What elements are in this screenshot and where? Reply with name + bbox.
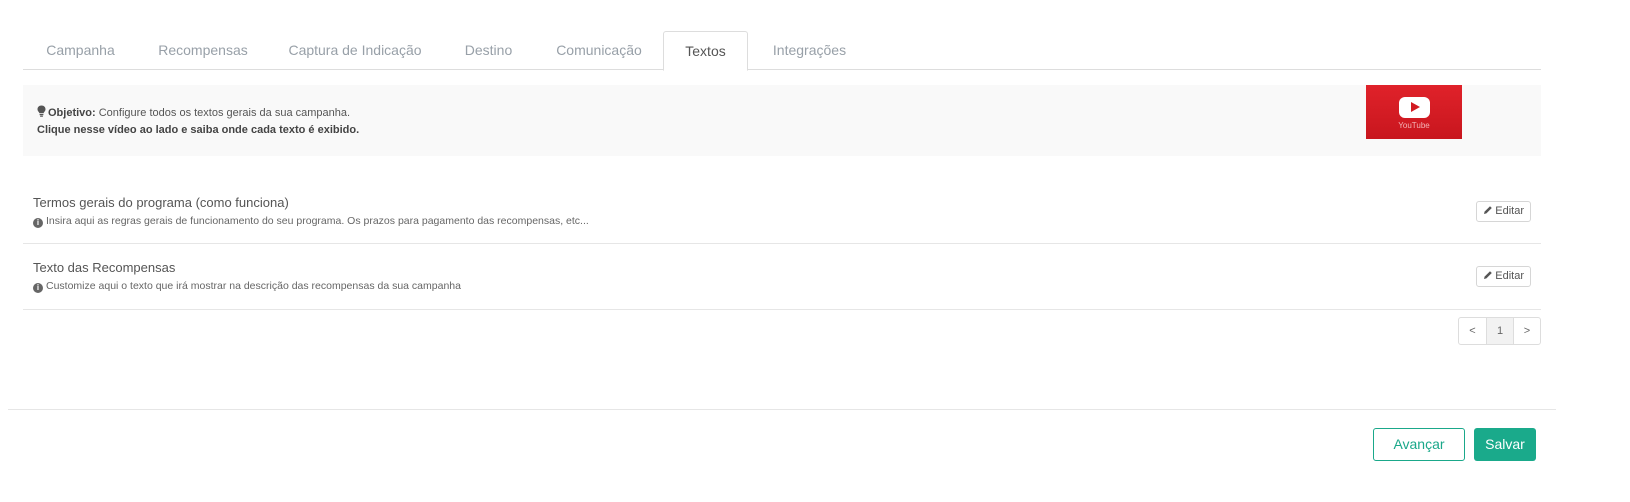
save-button[interactable]: Salvar: [1474, 428, 1536, 461]
edit-label: Editar: [1495, 270, 1524, 282]
objective-panel: Objetivo: Configure todos os textos gera…: [23, 85, 1541, 156]
item-description: i Customize aqui o texto que irá mostrar …: [33, 280, 461, 293]
youtube-label: YouTube: [1398, 121, 1430, 130]
tab-destino[interactable]: Destino: [442, 31, 535, 70]
objective-line: Objetivo: Configure todos os textos gera…: [37, 105, 350, 119]
tab-textos[interactable]: Textos: [663, 31, 748, 71]
pencil-icon: [1484, 271, 1493, 279]
edit-button[interactable]: Editar: [1476, 266, 1531, 287]
pencil-icon: [1484, 206, 1493, 214]
edit-label: Editar: [1495, 205, 1524, 217]
tab-recompensas[interactable]: Recompensas: [138, 31, 268, 70]
item-description: i Insira aqui as regras gerais de funcion…: [33, 215, 589, 228]
item-title: Texto das Recompensas: [33, 260, 176, 275]
youtube-video-thumbnail[interactable]: YouTube: [1366, 85, 1462, 139]
objective-label: Objetivo:: [48, 107, 96, 119]
play-icon: [1399, 97, 1430, 118]
text-item-row: Texto das Recompensas i Customize aqui o …: [23, 244, 1541, 310]
objective-text: Configure todos os textos gerais da sua …: [98, 107, 351, 119]
pagination-page-1[interactable]: 1: [1486, 318, 1513, 344]
pagination: < 1 >: [1458, 317, 1541, 345]
tab-campanha[interactable]: Campanha: [23, 31, 138, 70]
lightbulb-icon: [37, 105, 46, 117]
footer-divider: [8, 409, 1556, 410]
pagination-next-button[interactable]: >: [1513, 318, 1540, 344]
tab-integracoes[interactable]: Integrações: [748, 31, 871, 70]
item-title: Termos gerais do programa (como funciona…: [33, 195, 289, 210]
info-icon: i: [33, 218, 43, 228]
text-item-row: Termos gerais do programa (como funciona…: [23, 179, 1541, 244]
tab-bar: Campanha Recompensas Captura de Indicaçã…: [23, 31, 1541, 71]
item-description-text: Customize aqui o texto que irá mostrar n…: [46, 280, 461, 292]
edit-button[interactable]: Editar: [1476, 201, 1531, 222]
tab-captura-de-indicacao[interactable]: Captura de Indicação: [268, 31, 442, 70]
tab-comunicacao[interactable]: Comunicação: [535, 31, 663, 70]
item-description-text: Insira aqui as regras gerais de funciona…: [46, 215, 589, 227]
advance-button[interactable]: Avançar: [1373, 428, 1465, 461]
pagination-prev-button[interactable]: <: [1459, 318, 1486, 344]
info-icon: i: [33, 283, 43, 293]
video-hint: Clique nesse vídeo ao lado e saiba onde …: [37, 124, 360, 136]
